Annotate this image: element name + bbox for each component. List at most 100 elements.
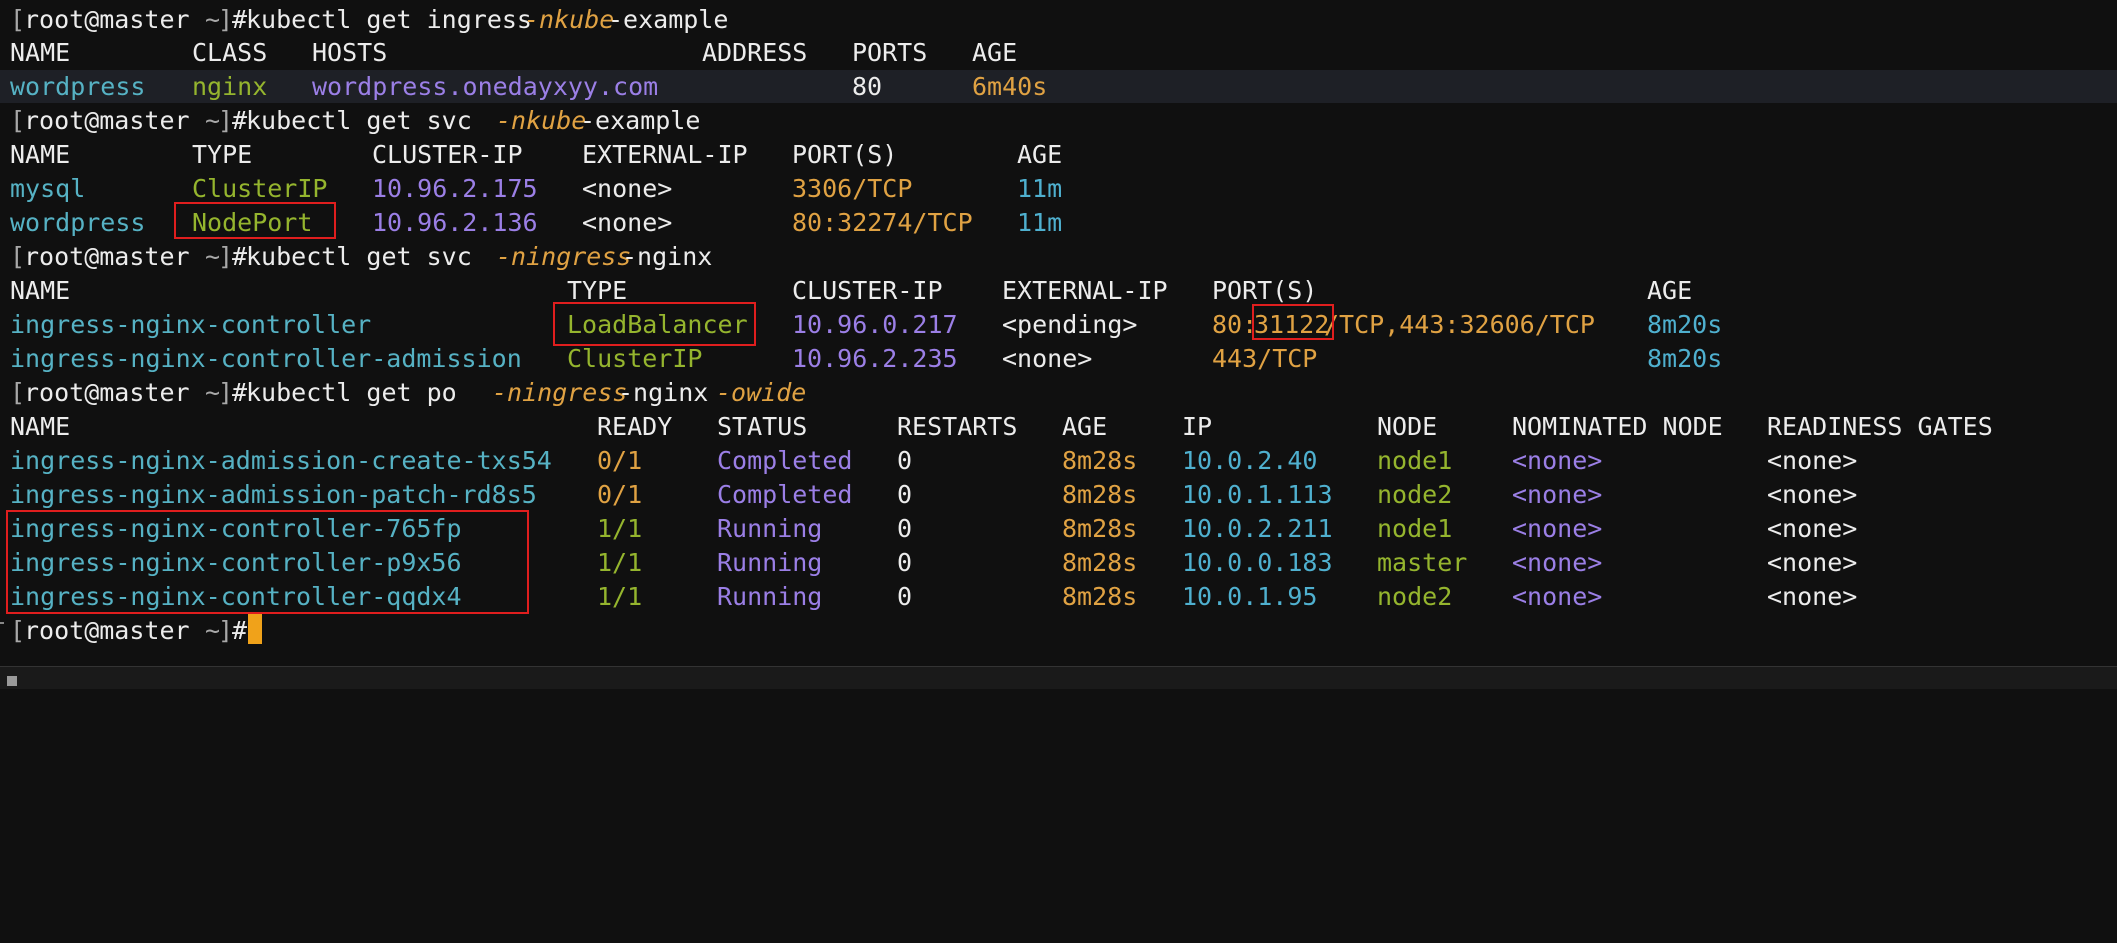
pod-restarts: 0	[897, 446, 913, 475]
highlight-box-nodeport	[174, 202, 336, 239]
prompt-dir: ~	[190, 378, 221, 407]
prompt-open: [	[10, 616, 26, 645]
svc-ports-prefix: 80:	[1212, 310, 1258, 339]
pod-ip: 10.0.0.183	[1182, 548, 1333, 577]
pod-ready: 1/1	[597, 582, 643, 611]
svc-type: ClusterIP	[192, 174, 328, 203]
prompt-line-1: [ root@master ~ ] # kubectl get ingress …	[0, 3, 2117, 36]
command-flag: -nkube	[524, 5, 615, 34]
text-cursor	[248, 614, 262, 644]
pod-name: ingress-nginx-admission-create-txs54	[10, 446, 552, 475]
svc2-header-row: NAME TYPE CLUSTER-IP EXTERNAL-IP PORT(S)…	[0, 274, 2117, 307]
pod-readiness-gates: <none>	[1767, 582, 1858, 611]
ingress-ports: 80	[852, 72, 883, 101]
col-header-age: AGE	[1647, 276, 1693, 305]
pod-restarts: 0	[897, 514, 913, 543]
svc-header-row: NAME TYPE CLUSTER-IP EXTERNAL-IP PORT(S)…	[0, 138, 2117, 171]
highlight-box-controller-pods	[6, 510, 529, 614]
prompt-hash: #	[232, 106, 248, 135]
pod-name: ingress-nginx-admission-patch-rd8s5	[10, 480, 537, 509]
command-text: kubectl get po	[246, 378, 487, 407]
col-header-external-ip: EXTERNAL-IP	[582, 140, 748, 169]
prompt-close: ]	[218, 242, 234, 271]
prompt-close: ]	[218, 106, 234, 135]
table-row: ingress-nginx-controller LoadBalancer 10…	[0, 308, 2117, 341]
pod-age: 8m28s	[1062, 514, 1138, 543]
col-header-age: AGE	[1062, 412, 1108, 441]
pod-node: node1	[1377, 446, 1453, 475]
svc-name: mysql	[10, 174, 86, 203]
command-text: kubectl get ingress	[246, 5, 548, 34]
pod-nominated-node: <none>	[1512, 480, 1603, 509]
svc-name: wordpress	[10, 208, 146, 237]
pod-status: Completed	[717, 446, 853, 475]
col-header-hosts: HOSTS	[312, 38, 388, 67]
prompt-hash: #	[232, 378, 248, 407]
prompt-user-host: root@master	[24, 5, 190, 34]
prompt-dir: ~	[190, 616, 221, 645]
col-header-name: NAME	[10, 412, 71, 441]
col-header-type: TYPE	[192, 140, 253, 169]
svc-ports: 443/TCP	[1212, 344, 1318, 373]
prompt-line-4: [ root@master ~ ] # kubectl get po -ning…	[0, 376, 2117, 409]
pod-node: node1	[1377, 514, 1453, 543]
pod-restarts: 0	[897, 548, 913, 577]
pod-ip: 10.0.2.40	[1182, 446, 1318, 475]
pod-readiness-gates: <none>	[1767, 514, 1858, 543]
col-header-name: NAME	[10, 140, 71, 169]
col-header-ports: PORTS	[852, 38, 928, 67]
prompt-hash: #	[232, 242, 248, 271]
prompt-close: ]	[218, 5, 234, 34]
command-text-rest: -nginx	[622, 242, 713, 271]
command-text-rest: -example	[580, 106, 701, 135]
col-header-ip: IP	[1182, 412, 1213, 441]
command-flag: -nkube	[496, 106, 587, 135]
pod-readiness-gates: <none>	[1767, 480, 1858, 509]
col-header-nominated-node: NOMINATED NODE	[1512, 412, 1723, 441]
prompt-open: [	[10, 242, 26, 271]
col-header-age: AGE	[1017, 140, 1063, 169]
command-text-mid: -nginx	[618, 378, 724, 407]
pod-ip: 10.0.1.95	[1182, 582, 1318, 611]
pod-age: 8m28s	[1062, 548, 1138, 577]
pod-status: Running	[717, 582, 823, 611]
pod-ready: 0/1	[597, 480, 643, 509]
svc-age: 11m	[1017, 208, 1063, 237]
col-header-name: NAME	[10, 276, 71, 305]
col-header-ports: PORT(S)	[792, 140, 898, 169]
prompt-user-host: root@master	[24, 378, 190, 407]
ingress-age: 6m40s	[972, 72, 1048, 101]
command-flag: -ningress	[496, 242, 632, 271]
prompt-close: ]	[218, 378, 234, 407]
line-marker	[0, 622, 4, 624]
command-flag: -owide	[716, 378, 807, 407]
col-header-age: AGE	[972, 38, 1018, 67]
status-square-icon	[7, 676, 17, 686]
pod-node: node2	[1377, 582, 1453, 611]
pod-restarts: 0	[897, 480, 913, 509]
pod-ready: 1/1	[597, 514, 643, 543]
terminal-window[interactable]: [ root@master ~ ] # kubectl get ingress …	[0, 0, 2117, 689]
prompt-close: ]	[218, 616, 234, 645]
pod-status: Running	[717, 548, 823, 577]
svc-type: ClusterIP	[567, 344, 703, 373]
prompt-line-3: [ root@master ~ ] # kubectl get svc -nin…	[0, 240, 2117, 273]
col-header-name: NAME	[10, 38, 71, 67]
pod-nominated-node: <none>	[1512, 582, 1603, 611]
pod-nominated-node: <none>	[1512, 514, 1603, 543]
prompt-line-current[interactable]: [ root@master ~ ] #	[0, 614, 2117, 647]
svc-external-ip: <none>	[582, 208, 673, 237]
col-header-restarts: RESTARTS	[897, 412, 1018, 441]
pod-node: master	[1377, 548, 1468, 577]
prompt-dir: ~	[190, 5, 221, 34]
pod-age: 8m28s	[1062, 582, 1138, 611]
pod-readiness-gates: <none>	[1767, 446, 1858, 475]
prompt-dir: ~	[190, 106, 221, 135]
prompt-open: [	[10, 378, 26, 407]
svc-ports: 80:32274/TCP	[792, 208, 973, 237]
col-header-class: CLASS	[192, 38, 268, 67]
svc-cluster-ip: 10.96.2.136	[372, 208, 538, 237]
prompt-dir: ~	[190, 242, 221, 271]
table-row: mysql ClusterIP 10.96.2.175 <none> 3306/…	[0, 172, 2117, 205]
col-header-ready: READY	[597, 412, 673, 441]
